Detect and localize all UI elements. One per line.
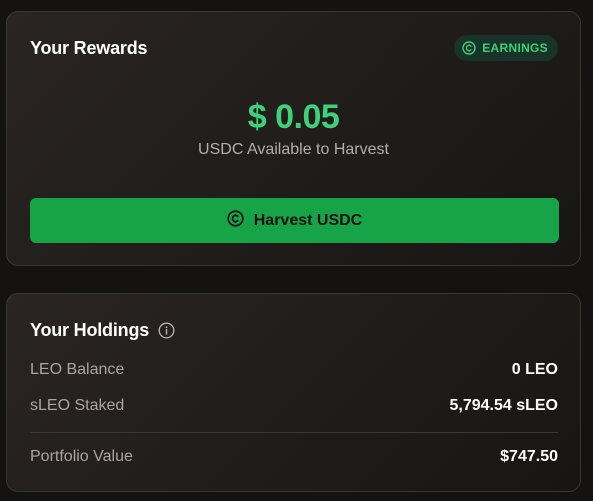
sleo-staked-row: sLEO Staked 5,794.54 sLEO (30, 397, 558, 415)
harvest-usdc-button-label: Harvest USDC (253, 211, 363, 229)
portfolio-value-row: Portfolio Value $747.50 (30, 448, 558, 466)
leo-balance-label: LEO Balance (30, 361, 125, 378)
holdings-title: Your Holdings (30, 320, 150, 340)
holdings-divider (30, 432, 558, 433)
sleo-staked-value: 5,794.54 sLEO (449, 397, 558, 414)
rewards-card: Your Rewards EARNINGS $ 0.05 USDC Availa… (6, 11, 581, 266)
harvest-usdc-button[interactable]: Harvest USDC (30, 198, 559, 243)
coin-icon (227, 209, 244, 232)
rewards-amount: $ 0.05 (247, 98, 340, 136)
rewards-amount-caption: USDC Available to Harvest (198, 141, 389, 158)
coin-icon (462, 41, 476, 55)
leo-balance-value: 0 LEO (511, 361, 558, 378)
holdings-card: Your Holdings LEO Balance 0 LEO sLEO Sta… (6, 293, 581, 492)
earnings-badge-label: EARNINGS (482, 41, 548, 55)
earnings-badge: EARNINGS (454, 35, 558, 61)
info-icon[interactable] (158, 322, 175, 339)
portfolio-value-label: Portfolio Value (30, 448, 133, 465)
leo-balance-row: LEO Balance 0 LEO (30, 361, 558, 379)
sleo-staked-label: sLEO Staked (30, 397, 125, 414)
holdings-title-group: Your Holdings (30, 320, 175, 341)
rewards-title: Your Rewards (30, 38, 148, 58)
portfolio-value-amount: $747.50 (500, 448, 558, 465)
